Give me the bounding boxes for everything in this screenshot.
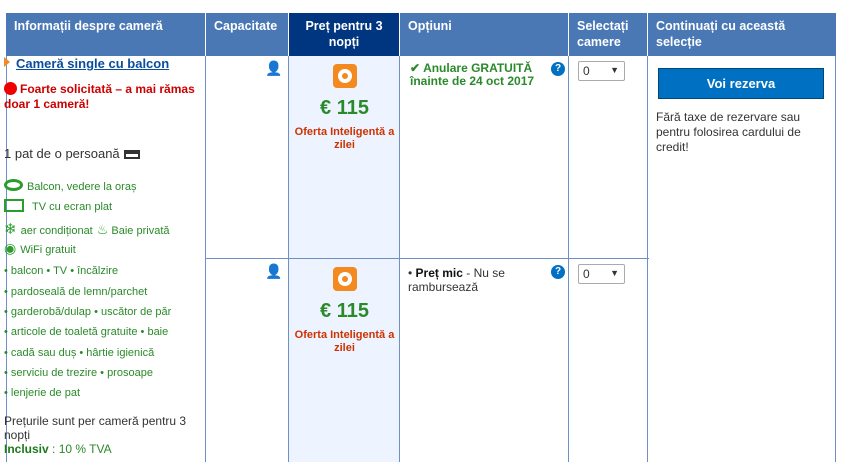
offer-price-1: € 115 Oferta Inteligentă a zilei — [289, 64, 400, 152]
col-capacity — [206, 56, 289, 462]
info-icon[interactable]: ? — [551, 62, 565, 76]
amenity-line: • balcon • TV • încălzire — [4, 265, 119, 277]
person-icon: 👤 — [265, 263, 283, 279]
amenity-line: • articole de toaletă gratuite • baie — [4, 326, 169, 338]
shower-icon: ♨ — [96, 222, 109, 237]
header-price: Preț pentru 3 nopți — [289, 13, 400, 63]
amenity-line: • pardoseală de lemn/parchet — [4, 286, 148, 298]
booking-note: Fără taxe de rezervare sau pentru folosi… — [656, 110, 801, 154]
amenity-line: • garderobă/dulap • uscător de păr — [4, 306, 172, 318]
room-qty-select-2[interactable]: 0 ▼ — [578, 264, 625, 284]
room-name-link[interactable]: Cameră single cu balcon — [4, 56, 169, 71]
info-icon[interactable]: ? — [551, 265, 565, 279]
row-divider — [206, 258, 649, 259]
facility-wifi: ◉ WiFi gratuit — [4, 240, 76, 256]
view-icon — [4, 179, 23, 191]
header-capacity: Capacitate — [206, 13, 289, 56]
deal-label: Oferta Inteligentă a zilei — [294, 126, 395, 151]
chevron-down-icon: ▼ — [610, 268, 619, 278]
offer-price-2: € 115 Oferta Inteligentă a zilei — [289, 267, 400, 355]
amenity-line: • serviciu de trezire • prosoape — [4, 367, 153, 379]
smart-deal-icon — [332, 64, 357, 88]
col-room-info — [6, 56, 206, 462]
amenity-line: • lenjerie de pat — [4, 387, 81, 399]
bed-icon — [123, 150, 140, 159]
col-options — [400, 56, 569, 462]
alert-dot-icon — [4, 82, 17, 95]
wifi-icon: ◉ — [4, 240, 17, 256]
option-low-price: • Preț mic - Nu se rambursează — [408, 266, 505, 294]
option-free-cancel: ✔ Anulare GRATUITĂ înainte de 24 oct 2017 — [410, 61, 535, 88]
header-continue: Continuați cu această selecție — [648, 13, 836, 56]
header-options: Opțiuni — [400, 13, 569, 56]
price-value: € 115 — [320, 97, 369, 119]
check-icon: ✔ — [410, 61, 421, 75]
header-select: Selectați camere — [569, 13, 648, 56]
facility-tv: TV cu ecran plat — [4, 199, 112, 213]
tv-icon — [4, 199, 24, 212]
availability-alert: Foarte solicitată – a mai rămas doar 1 c… — [4, 82, 195, 111]
amenity-line: • cadă sau duș • hârtie igienică — [4, 347, 155, 359]
price-value: € 115 — [320, 300, 369, 322]
prices-note: Prețurile sunt per cameră pentru 3 nopți — [4, 414, 187, 442]
room-qty-select-1[interactable]: 0 ▼ — [578, 61, 625, 81]
book-button[interactable]: Voi rezerva — [658, 68, 824, 99]
facility-balcony: Balcon, vedere la oraș — [4, 179, 136, 193]
person-icon: 👤 — [265, 60, 283, 76]
deal-label: Oferta Inteligentă a zilei — [294, 329, 395, 354]
header-room-info: Informații despre cameră — [6, 13, 206, 56]
facility-ac-bath: ❄ aer condiționat ♨ Baie privată — [4, 221, 170, 238]
bed-info: 1 pat de o persoană — [4, 146, 140, 161]
included-tax: Inclusiv : 10 % TVA — [4, 442, 112, 456]
chevron-down-icon: ▼ — [610, 65, 619, 75]
smart-deal-icon — [332, 267, 357, 291]
col-select — [569, 56, 648, 462]
snowflake-icon: ❄ — [4, 221, 17, 238]
